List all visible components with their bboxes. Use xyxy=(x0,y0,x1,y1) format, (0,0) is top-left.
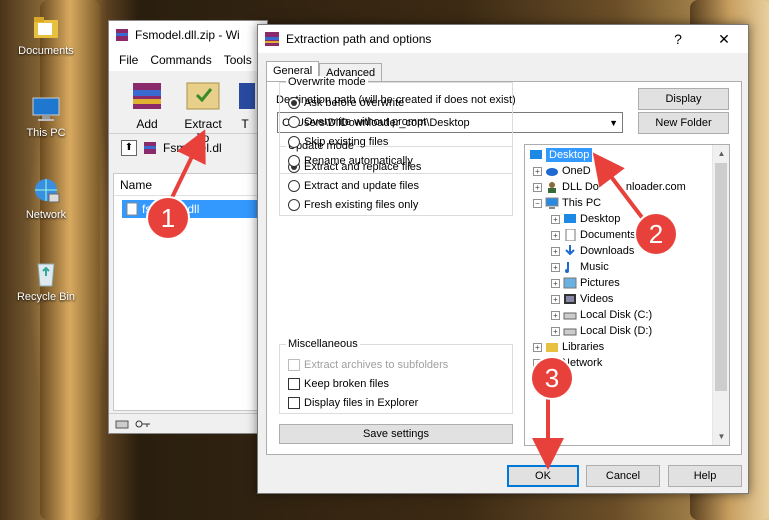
callout-arrows xyxy=(163,129,652,470)
callout-badge-1: 1 xyxy=(148,198,188,238)
callout-badge-3: 3 xyxy=(532,358,572,398)
callout-badge-2: 2 xyxy=(636,214,676,254)
